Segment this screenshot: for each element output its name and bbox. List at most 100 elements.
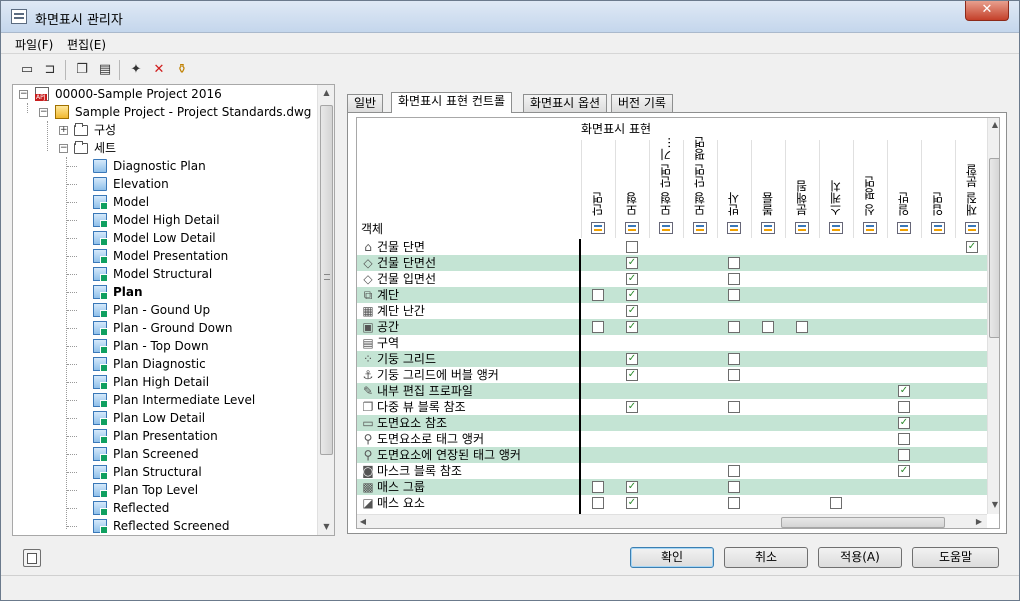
- checkbox-unchecked[interactable]: [728, 321, 740, 333]
- checkbox-unchecked[interactable]: [728, 369, 740, 381]
- ok-button[interactable]: 확인: [630, 547, 714, 568]
- checkbox-unchecked[interactable]: [796, 321, 808, 333]
- expand-toggle[interactable]: +: [59, 126, 68, 135]
- tab-display-options[interactable]: 화면표시 옵션: [523, 94, 608, 112]
- object-name: 기둥 그리드: [377, 352, 437, 366]
- tree-connector: [67, 184, 77, 185]
- scroll-thumb[interactable]: [320, 105, 333, 455]
- checkbox-unchecked[interactable]: [592, 321, 604, 333]
- copy-icon[interactable]: ❐: [73, 61, 91, 79]
- column-header[interactable]: 스케치: [819, 140, 853, 238]
- object-type-icon: ⧉: [363, 288, 373, 302]
- scroll-thumb[interactable]: [781, 517, 945, 528]
- checkbox-checked[interactable]: ✓: [898, 417, 910, 429]
- scroll-up-icon[interactable]: ▲: [318, 88, 334, 97]
- tab-version-history[interactable]: 버전 기록: [611, 94, 673, 112]
- checkbox-unchecked[interactable]: [728, 289, 740, 301]
- checkbox-unchecked[interactable]: [592, 481, 604, 493]
- paste-icon[interactable]: ▤: [96, 61, 114, 79]
- tree-connector: [67, 346, 77, 347]
- scroll-thumb[interactable]: [989, 158, 999, 338]
- column-header[interactable]: 재질 분할: [955, 140, 989, 238]
- checkbox-checked[interactable]: ✓: [898, 385, 910, 397]
- object-type-icon: ⁘: [362, 352, 374, 366]
- object-name: 구역: [377, 336, 400, 350]
- column-header[interactable]: 입면: [921, 140, 955, 238]
- checkbox-checked[interactable]: ✓: [626, 321, 638, 333]
- object-type-icon: ◪: [362, 496, 374, 510]
- checkbox-unchecked[interactable]: [898, 449, 910, 461]
- scroll-down-icon[interactable]: ▼: [988, 500, 999, 509]
- menu-file[interactable]: 파일(F): [15, 36, 53, 53]
- checkbox-unchecked[interactable]: [728, 353, 740, 365]
- table-row: ◇ 건물 입면선 ✓: [357, 271, 987, 287]
- checkbox-unchecked[interactable]: [898, 401, 910, 413]
- tab-general[interactable]: 일반: [347, 94, 384, 112]
- apply-button[interactable]: 적용(A): [818, 547, 902, 568]
- checkbox-unchecked[interactable]: [898, 433, 910, 445]
- cancel-button[interactable]: 취소: [724, 547, 808, 568]
- tree-connector: [67, 238, 77, 239]
- grid-vertical-scrollbar[interactable]: ▲ ▼: [987, 118, 999, 514]
- checkbox-unchecked[interactable]: [592, 497, 604, 509]
- object-type-icon: ⚲: [363, 432, 373, 446]
- scroll-up-icon[interactable]: ▲: [988, 120, 999, 129]
- checkbox-unchecked[interactable]: [830, 497, 842, 509]
- collapse-toggle[interactable]: −: [39, 108, 48, 117]
- grid-horizontal-scrollbar[interactable]: ◀ ▶: [357, 514, 987, 528]
- column-header-label: 분해됨: [795, 180, 809, 216]
- column-header[interactable]: 분해됨: [785, 140, 819, 238]
- checkbox-unchecked[interactable]: [762, 321, 774, 333]
- checkbox-checked[interactable]: ✓: [626, 305, 638, 317]
- checkbox-checked[interactable]: ✓: [898, 465, 910, 477]
- checkbox-unchecked[interactable]: [728, 273, 740, 285]
- collapse-toggle[interactable]: −: [59, 144, 68, 153]
- scroll-down-icon[interactable]: ▼: [318, 522, 334, 531]
- checkbox-checked[interactable]: ✓: [626, 497, 638, 509]
- column-header[interactable]: 일반: [887, 140, 921, 238]
- menu-edit[interactable]: 편집(E): [67, 36, 106, 53]
- checkbox-unchecked[interactable]: [728, 497, 740, 509]
- new-icon[interactable]: ▭: [18, 61, 36, 79]
- close-button[interactable]: ✕: [965, 1, 1009, 21]
- display-set-icon: [93, 501, 108, 516]
- checkbox-checked[interactable]: ✓: [626, 353, 638, 365]
- new-set-icon[interactable]: ✦: [127, 61, 145, 79]
- help-button[interactable]: 도움말: [912, 547, 999, 568]
- checkbox-checked[interactable]: ✓: [966, 241, 978, 253]
- checkbox-checked[interactable]: ✓: [626, 481, 638, 493]
- grid-header: 화면표시 표현 객체 단면 모형 모형 단면 기... 모형 단면 평면 반사 볼륨 분해됨…: [357, 118, 987, 238]
- open-folder-icon[interactable]: ⊐: [41, 61, 59, 79]
- checkbox-unchecked[interactable]: [626, 241, 638, 253]
- column-header[interactable]: 싱 평면: [853, 140, 887, 238]
- column-header[interactable]: 모형: [615, 140, 649, 238]
- tree-connector: [67, 292, 77, 293]
- scroll-right-icon[interactable]: ▶: [973, 517, 985, 526]
- delete-icon[interactable]: ✕: [150, 61, 168, 79]
- checkbox-unchecked[interactable]: [728, 401, 740, 413]
- tab-display-rep-control[interactable]: 화면표시 표현 컨트롤: [391, 92, 512, 113]
- checkbox-checked[interactable]: ✓: [626, 257, 638, 269]
- checkbox-checked[interactable]: ✓: [626, 401, 638, 413]
- tree-connector: [67, 400, 77, 401]
- column-header[interactable]: 모형 단면 평면: [683, 136, 717, 238]
- purge-icon[interactable]: ⚱: [173, 61, 191, 79]
- column-header[interactable]: 모형 단면 기...: [649, 137, 683, 238]
- object-name: 내부 편집 프로파일: [377, 384, 473, 398]
- column-header[interactable]: 반사: [717, 140, 751, 238]
- column-header[interactable]: 단면: [581, 140, 615, 238]
- checkbox-unchecked[interactable]: [728, 257, 740, 269]
- checkbox-unchecked[interactable]: [592, 289, 604, 301]
- column-header[interactable]: 볼륨: [751, 140, 785, 238]
- checkbox-checked[interactable]: ✓: [626, 289, 638, 301]
- display-help-icon[interactable]: [23, 549, 41, 567]
- checkbox-unchecked[interactable]: [728, 481, 740, 493]
- object-name: 건물 단면선: [377, 256, 437, 270]
- tree-scrollbar[interactable]: ▲ ▼: [317, 85, 334, 535]
- collapse-toggle[interactable]: −: [19, 90, 28, 99]
- checkbox-checked[interactable]: ✓: [626, 273, 638, 285]
- checkbox-unchecked[interactable]: [728, 465, 740, 477]
- object-type-icon: ▩: [362, 480, 374, 494]
- scroll-left-icon[interactable]: ◀: [357, 517, 369, 526]
- checkbox-checked[interactable]: ✓: [626, 369, 638, 381]
